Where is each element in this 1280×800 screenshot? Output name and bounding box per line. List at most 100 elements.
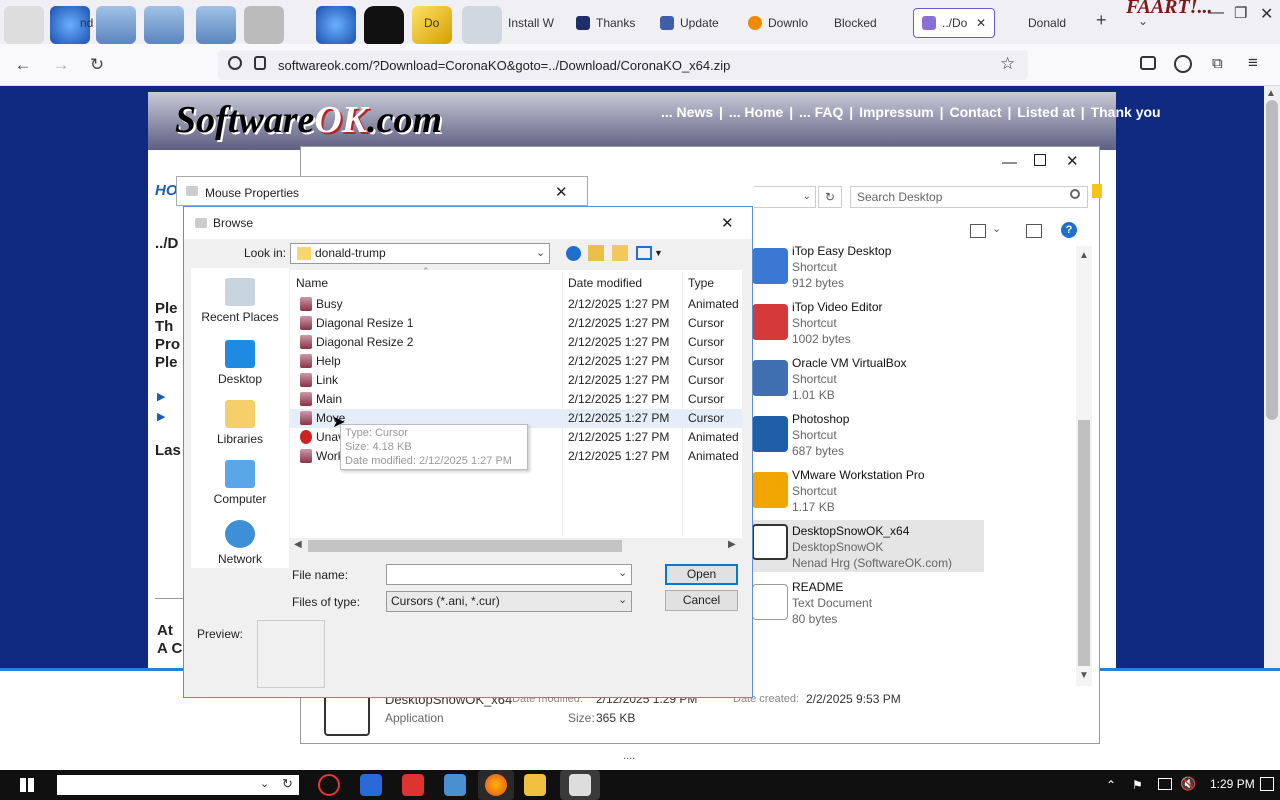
new-tab-button[interactable]: +	[1096, 10, 1107, 31]
recycle-bin-icon[interactable]	[462, 6, 502, 44]
file-item-itop-easy-desktop[interactable]: iTop Easy Desktop Shortcut 912 bytes	[752, 244, 984, 298]
menu-icon[interactable]: ≡	[1248, 53, 1258, 73]
tab-install[interactable]: Install W	[500, 8, 560, 38]
column-header-type[interactable]: Type	[688, 276, 714, 290]
file-name-input[interactable]	[386, 564, 632, 585]
tshirt-icon[interactable]	[364, 6, 404, 44]
folder-icon[interactable]	[144, 6, 184, 44]
file-row[interactable]: Link 2/12/2025 1:27 PM Cursor	[290, 371, 742, 390]
help-icon[interactable]: ?	[1061, 222, 1077, 238]
account-icon[interactable]	[1174, 55, 1192, 73]
horizontal-scrollbar-thumb[interactable]	[308, 540, 622, 552]
scroll-up-icon[interactable]: ▲	[1266, 88, 1276, 99]
file-item-vmware[interactable]: VMware Workstation Pro Shortcut 1.17 KB	[752, 468, 984, 522]
file-row[interactable]: Busy 2/12/2025 1:27 PM Animated	[290, 295, 742, 314]
tab-partial-2[interactable]: Do	[416, 8, 447, 38]
file-row[interactable]: Diagonal Resize 1 2/12/2025 1:27 PM Cursor	[290, 314, 742, 333]
chevron-down-icon[interactable]: ⌄	[260, 777, 269, 790]
nav-news-link[interactable]: ... News	[661, 104, 713, 120]
pocket-icon[interactable]	[1140, 56, 1156, 70]
cancel-button[interactable]: Cancel	[665, 590, 738, 611]
scroll-right-icon[interactable]: ▶	[728, 539, 736, 550]
chevron-down-icon[interactable]: ⌄	[618, 566, 627, 579]
tab-donald[interactable]: Donald	[1020, 8, 1090, 38]
back-arrow-icon[interactable]: ←	[10, 52, 36, 78]
minimize-icon[interactable]: —	[1002, 154, 1017, 171]
up-folder-icon[interactable]	[588, 245, 604, 261]
hand-pointer-icon[interactable]	[4, 6, 44, 44]
scroll-left-icon[interactable]: ◀	[294, 539, 302, 550]
network-status-icon[interactable]	[1158, 778, 1172, 790]
column-header-name[interactable]: Name	[296, 276, 328, 290]
video-icon[interactable]	[402, 774, 424, 796]
bullet-arrow-icon[interactable]: ▶	[157, 410, 165, 423]
nav-contact-link[interactable]: Contact	[949, 104, 1001, 120]
windows-start-icon[interactable]	[20, 778, 34, 792]
explorer-scrollbar-thumb[interactable]	[1078, 420, 1090, 666]
close-window-icon[interactable]: ✕	[1260, 4, 1273, 24]
folder-icon[interactable]	[96, 6, 136, 44]
file-item-readme[interactable]: README Text Document 80 bytes	[752, 580, 984, 634]
nav-listed-link[interactable]: Listed at	[1017, 104, 1075, 120]
tab-update[interactable]: Update	[652, 8, 730, 38]
tab-partial-1[interactable]: nd	[72, 8, 101, 38]
minimize-icon[interactable]: —	[1208, 4, 1224, 22]
notifications-icon[interactable]	[1260, 777, 1274, 791]
nav-thankyou-link[interactable]: Thank you	[1091, 104, 1161, 120]
open-button[interactable]: Open	[665, 564, 738, 585]
tools-icon[interactable]	[244, 6, 284, 44]
place-computer[interactable]: Computer	[191, 460, 289, 506]
globe-icon[interactable]	[316, 6, 356, 44]
bookmark-star-icon[interactable]: ☆	[1000, 54, 1015, 74]
maximize-icon[interactable]	[1034, 154, 1046, 166]
list-tabs-icon[interactable]: ⌄	[1138, 14, 1148, 28]
file-row[interactable]: Help 2/12/2025 1:27 PM Cursor	[290, 352, 742, 371]
file-row[interactable]: Diagonal Resize 2 2/12/2025 1:27 PM Cursor	[290, 333, 742, 352]
view-menu-arrow-icon[interactable]: ▼	[654, 248, 663, 258]
place-network[interactable]: Network	[191, 520, 289, 566]
cursor-app-icon[interactable]	[569, 774, 591, 796]
flag-icon[interactable]: ⚑	[1132, 778, 1143, 792]
tray-chevron-up-icon[interactable]: ⌃	[1106, 778, 1116, 792]
place-recent[interactable]: Recent Places	[191, 278, 289, 324]
site-info-icon[interactable]	[228, 56, 242, 70]
tab-blocked[interactable]: Blocked	[826, 8, 906, 38]
file-row[interactable]: Main 2/12/2025 1:27 PM Cursor	[290, 390, 742, 409]
look-in-dropdown[interactable]: donald-trump	[290, 243, 550, 264]
volume-muted-icon[interactable]: 🔇	[1180, 776, 1196, 792]
file-type-select[interactable]: Cursors (*.ani, *.cur)	[386, 591, 632, 612]
bullet-arrow-icon[interactable]: ▶	[157, 390, 165, 403]
file-item-photoshop[interactable]: Photoshop Shortcut 687 bytes	[752, 412, 984, 466]
close-circle-icon[interactable]	[318, 774, 340, 796]
clock-time[interactable]: 1:29 PM	[1210, 777, 1255, 791]
nav-home-link[interactable]: ... Home	[729, 104, 783, 120]
close-icon[interactable]: ✕	[721, 214, 734, 232]
extensions-icon[interactable]: ⧉	[1212, 55, 1223, 72]
url-bar[interactable]: softwareok.com/?Download=CoronaKO&goto=.…	[218, 50, 1028, 80]
folder-icon[interactable]	[196, 6, 236, 44]
view-menu-icon[interactable]	[636, 246, 652, 260]
restore-icon[interactable]: ❐	[1234, 4, 1247, 22]
nav-faq-link[interactable]: ... FAQ	[799, 104, 843, 120]
reload-icon[interactable]: ↻	[84, 52, 110, 78]
preview-pane-icon[interactable]	[1026, 224, 1042, 238]
chevron-down-icon[interactable]: ⌄	[992, 222, 1001, 235]
back-icon[interactable]	[566, 246, 581, 261]
column-header-date[interactable]: Date modified	[568, 276, 642, 290]
file-item-itop-video-editor[interactable]: iTop Video Editor Shortcut 1002 bytes	[752, 300, 984, 354]
shield-icon[interactable]	[360, 774, 382, 796]
search-desktop-input[interactable]: Search Desktop	[850, 186, 1088, 208]
scroll-down-icon[interactable]: ▼	[1079, 670, 1089, 681]
nav-impressum-link[interactable]: Impressum	[859, 104, 934, 120]
tab-active-download[interactable]: ../Do ✕	[913, 8, 995, 38]
refresh-icon[interactable]: ↻	[818, 186, 842, 208]
close-icon[interactable]: ✕	[555, 183, 568, 201]
forward-arrow-icon[interactable]: →	[48, 52, 74, 78]
new-folder-icon[interactable]	[612, 245, 628, 261]
file-explorer-icon[interactable]	[524, 774, 546, 796]
file-item-virtualbox[interactable]: Oracle VM VirtualBox Shortcut 1.01 KB	[752, 356, 984, 410]
file-item-desktopsnowok[interactable]: DesktopSnowOK_x64 DesktopSnowOK Nenad Hr…	[752, 520, 984, 572]
scroll-up-icon[interactable]: ▲	[1079, 250, 1089, 261]
softwareok-logo[interactable]: SoftwareOK.com	[175, 98, 442, 142]
place-libraries[interactable]: Libraries	[191, 400, 289, 446]
